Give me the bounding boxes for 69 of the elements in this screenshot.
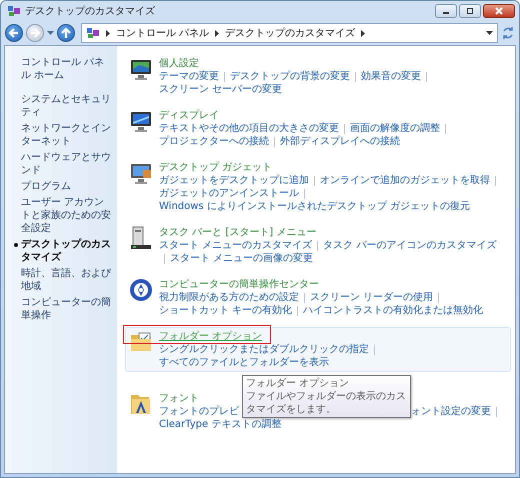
close-icon [494, 7, 504, 15]
tooltip-text: ファイルやフォルダーの表示のカスタマイズをします。 [246, 390, 407, 416]
sidebar-item[interactable]: 時計、言語、および地域 [21, 267, 113, 293]
task-link[interactable]: オンラインで追加のガジェットを取得 [320, 174, 490, 187]
sidebar-item[interactable]: ネットワークとインターネット [21, 122, 113, 148]
task-link[interactable]: 画面の解像度の調整 [350, 122, 440, 135]
task-link[interactable]: フォントのプレビ [159, 405, 239, 418]
address-field[interactable]: コントロール パネル デスクトップのカスタマイズ [81, 23, 498, 43]
accessibility-icon [129, 278, 153, 302]
task-link[interactable]: スタート メニューの画像の変更 [170, 252, 314, 265]
task-link[interactable]: ォント設定の変更 [411, 405, 491, 418]
monitor-icon [129, 161, 153, 185]
up-button[interactable] [57, 24, 75, 42]
category-title-link[interactable]: ディスプレイ [159, 109, 507, 122]
maximize-icon [465, 7, 475, 15]
category-title-link[interactable]: タスク バーと [スタート] メニュー [159, 226, 507, 239]
task-link[interactable]: ショートカット キーの有効化 [159, 304, 292, 317]
bullet-icon [14, 243, 18, 247]
task-link[interactable]: Windows によりインストールされたデスクトップ ガジェットの復元 [159, 200, 470, 213]
category-title-link[interactable]: デスクトップ ガジェット [159, 161, 507, 174]
task-link[interactable]: ガジェットのアンインストール [159, 187, 299, 200]
back-arrow-icon [8, 27, 20, 39]
dropdown-arrow-icon[interactable] [486, 30, 493, 36]
computer-tower-icon [129, 226, 153, 250]
minimize-button[interactable] [435, 4, 457, 18]
sidebar-item[interactable]: ハードウェアとサウンド [21, 151, 113, 177]
task-link[interactable]: 外部ディスプレイへの接続 [280, 135, 400, 148]
task-link[interactable]: シングルクリックまたはダブルクリックの指定 [159, 343, 369, 356]
control-panel-icon [7, 5, 21, 17]
chevron-icon[interactable] [360, 30, 366, 36]
sidebar-item[interactable]: ユーザー アカウントと家族のための安全設定 [21, 196, 113, 235]
sidebar-item[interactable]: プログラム [21, 180, 71, 193]
control-panel-icon [86, 27, 100, 39]
task-link[interactable]: テーマの変更 [159, 70, 219, 83]
task-link[interactable]: すべてのファイルとフォルダーを表示 [159, 356, 329, 369]
task-link[interactable]: スタート メニューのカスタマイズ [159, 239, 312, 252]
task-link[interactable]: デスクトップの背景の変更 [230, 70, 350, 83]
task-link[interactable]: ガジェットをデスクトップに追加 [159, 174, 309, 187]
forward-arrow-icon [29, 27, 41, 39]
task-link[interactable]: ハイコントラストの有効化または無効化 [303, 304, 484, 317]
task-link[interactable]: テキストやその他の項目の大きさの変更 [159, 122, 339, 135]
task-link[interactable]: 視力制限がある方のための設定 [159, 291, 299, 304]
sidebar-item[interactable]: システムとセキュリティ [21, 93, 113, 119]
category-title-link[interactable]: コンピューターの簡単操作センター [159, 278, 507, 291]
chevron-icon[interactable] [214, 30, 220, 36]
task-link[interactable]: 効果音の変更 [361, 70, 421, 83]
monitor-icon [129, 109, 153, 133]
up-arrow-icon [60, 27, 72, 39]
close-button[interactable] [483, 4, 515, 18]
sidebar-link[interactable]: コントロール パネル ホーム [21, 56, 113, 82]
breadcrumb[interactable]: デスクトップのカスタマイズ [225, 26, 356, 40]
task-link[interactable]: スクリーン リーダーの使用 [310, 291, 434, 304]
chevron-icon[interactable] [105, 30, 111, 36]
sidebar-item[interactable]: コンピューターの簡単操作 [21, 296, 113, 322]
task-link[interactable]: タスク バーのアイコンのカスタマイズ [323, 239, 496, 252]
window-title: デスクトップのカスタマイズ [25, 4, 155, 18]
task-link[interactable]: プロジェクターへの接続 [159, 135, 269, 148]
sidebar-item[interactable]: デスクトップのカスタマイズ [21, 238, 113, 264]
tooltip-title: フォルダー オプション [246, 377, 350, 390]
font-folder-icon [129, 392, 153, 416]
category-title-link[interactable]: 個人設定 [159, 57, 507, 70]
refresh-icon[interactable] [501, 26, 515, 40]
maximize-button[interactable] [459, 4, 481, 18]
breadcrumb[interactable]: コントロール パネル [116, 26, 210, 40]
monitor-icon [129, 57, 153, 81]
task-link[interactable]: ClearType テキストの調整 [159, 418, 282, 431]
task-link[interactable]: スクリーン セーバーの変更 [159, 83, 282, 96]
folder-icon [129, 330, 153, 354]
back-button[interactable] [5, 24, 23, 42]
